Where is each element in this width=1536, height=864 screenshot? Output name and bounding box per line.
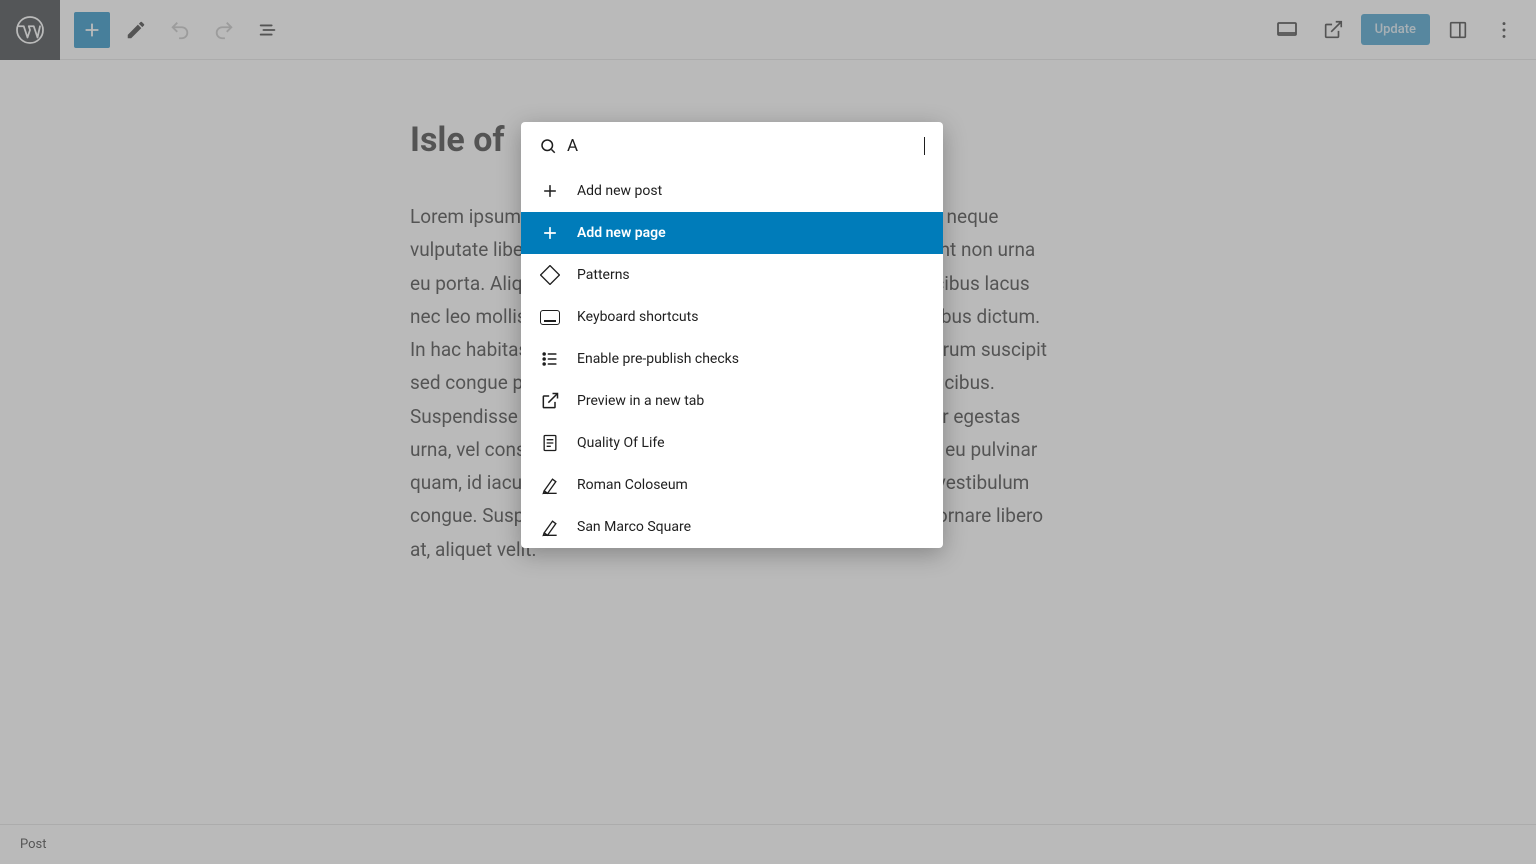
redo-icon — [213, 19, 235, 41]
plus-icon — [539, 180, 561, 202]
command-label: Keyboard shortcuts — [577, 309, 698, 325]
post-icon — [539, 474, 561, 496]
document-overview-button[interactable] — [250, 12, 286, 48]
breadcrumb[interactable]: Post — [20, 837, 47, 852]
view-button[interactable] — [1269, 12, 1305, 48]
command-palette-search — [521, 122, 943, 170]
external-icon — [1322, 19, 1344, 41]
command-palette-input[interactable] — [567, 136, 913, 156]
search-icon — [539, 137, 557, 155]
tools-button[interactable] — [118, 12, 154, 48]
block-inserter-button[interactable] — [74, 12, 110, 48]
command-preview-new-tab[interactable]: Preview in a new tab — [521, 380, 943, 422]
command-add-new-post[interactable]: Add new post — [521, 170, 943, 212]
patterns-icon — [539, 264, 561, 286]
command-add-new-page[interactable]: Add new page — [521, 212, 943, 254]
command-label: Enable pre-publish checks — [577, 351, 739, 367]
desktop-icon — [1275, 18, 1299, 42]
external-icon — [539, 390, 561, 412]
command-patterns[interactable]: Patterns — [521, 254, 943, 296]
post-icon — [539, 516, 561, 538]
toolbar-left-group — [60, 12, 286, 48]
command-san-marco-square[interactable]: San Marco Square — [521, 506, 943, 548]
undo-button[interactable] — [162, 12, 198, 48]
toolbar-right-group: Update — [1269, 12, 1536, 48]
wordpress-icon — [15, 15, 45, 45]
command-label: Preview in a new tab — [577, 393, 704, 409]
redo-button[interactable] — [206, 12, 242, 48]
command-label: Add new page — [577, 225, 666, 241]
checklist-icon — [539, 348, 561, 370]
command-label: Add new post — [577, 183, 662, 199]
options-button[interactable] — [1486, 12, 1522, 48]
settings-sidebar-toggle[interactable] — [1440, 12, 1476, 48]
command-label: Roman Coloseum — [577, 477, 688, 493]
wordpress-logo[interactable] — [0, 0, 60, 60]
sidebar-icon — [1447, 19, 1469, 41]
plus-icon — [539, 222, 561, 244]
command-label: San Marco Square — [577, 519, 691, 535]
editor-toolbar: Update — [0, 0, 1536, 60]
command-keyboard-shortcuts[interactable]: Keyboard shortcuts — [521, 296, 943, 338]
update-button[interactable]: Update — [1361, 14, 1430, 45]
command-palette: Add new post Add new page Patterns Keybo… — [521, 122, 943, 548]
preview-external-button[interactable] — [1315, 12, 1351, 48]
editor-statusbar: Post — [0, 824, 1536, 864]
command-palette-list: Add new post Add new page Patterns Keybo… — [521, 170, 943, 548]
command-label: Patterns — [577, 267, 630, 283]
command-label: Quality Of Life — [577, 435, 665, 451]
pencil-icon — [125, 19, 147, 41]
keyboard-icon — [539, 306, 561, 328]
command-enable-prepublish[interactable]: Enable pre-publish checks — [521, 338, 943, 380]
list-view-icon — [257, 19, 279, 41]
more-vertical-icon — [1493, 19, 1515, 41]
command-quality-of-life[interactable]: Quality Of Life — [521, 422, 943, 464]
plus-icon — [81, 19, 103, 41]
undo-icon — [169, 19, 191, 41]
text-cursor — [924, 137, 925, 155]
page-icon — [539, 432, 561, 454]
command-roman-coloseum[interactable]: Roman Coloseum — [521, 464, 943, 506]
